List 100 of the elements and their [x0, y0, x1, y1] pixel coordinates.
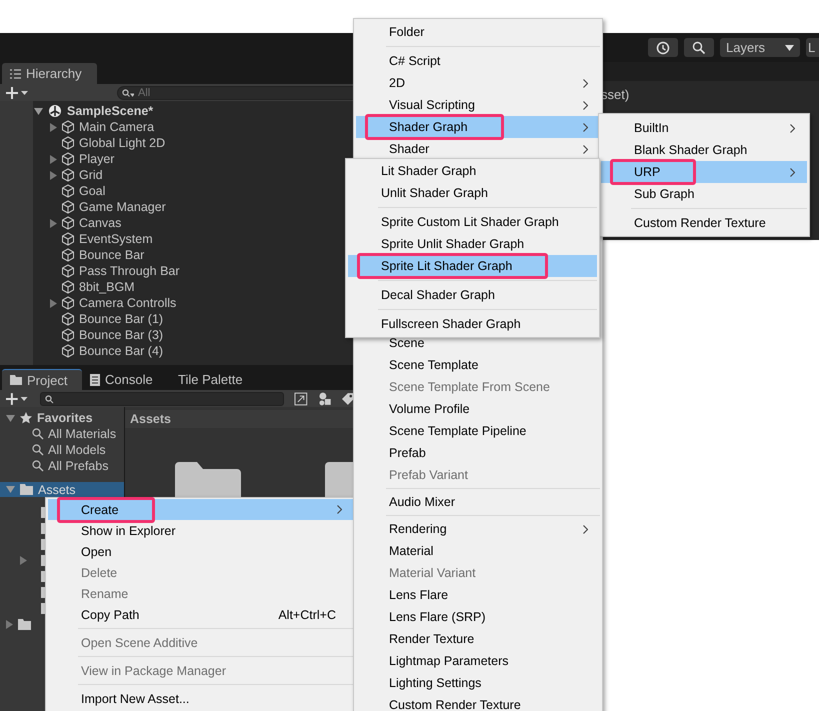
expand-arrow-icon[interactable] [20, 556, 27, 564]
hierarchy-item[interactable]: Bounce Bar [79, 248, 144, 262]
menu-item[interactable]: Folder [356, 21, 600, 43]
shapes-icon[interactable] [318, 392, 332, 406]
expand-arrow-icon[interactable] [34, 108, 43, 114]
hierarchy-item[interactable]: Bounce Bar (4) [79, 344, 164, 358]
expand-arrow-icon[interactable] [50, 154, 57, 164]
folder-icon [20, 484, 33, 495]
menu-item[interactable]: Unlit Shader Graph [348, 182, 597, 204]
favorite-item[interactable]: All Materials [48, 427, 116, 441]
expand-arrow-icon[interactable] [6, 486, 15, 493]
hierarchy-item[interactable]: Pass Through Bar [79, 264, 180, 278]
cube-icon [61, 296, 75, 310]
menu-item[interactable]: 2D [356, 72, 600, 94]
add-icon[interactable] [6, 86, 28, 98]
history-icon [656, 40, 670, 54]
hierarchy-item[interactable]: Bounce Bar (3) [79, 328, 164, 342]
cube-icon [61, 344, 75, 358]
search-button[interactable] [684, 38, 714, 57]
panel-tab[interactable]: Tile Palette [170, 369, 257, 390]
hierarchy-item[interactable]: Player [79, 152, 114, 166]
breadcrumb-label: Assets [125, 410, 355, 428]
hierarchy-tab[interactable]: Hierarchy [2, 63, 97, 84]
expand-arrow-icon[interactable] [50, 122, 57, 132]
layers-dropdown[interactable]: Layers [720, 38, 800, 57]
menu-item[interactable]: Scene Template [356, 354, 600, 376]
search-icon [122, 88, 134, 98]
menu-item[interactable]: Volume Profile [356, 398, 600, 420]
favorite-item[interactable]: All Models [48, 443, 106, 457]
menu-item[interactable]: URP [601, 161, 807, 183]
cube-icon [61, 248, 75, 262]
menu-item[interactable]: Shader [356, 138, 600, 160]
search-field[interactable] [40, 392, 284, 406]
hierarchy-item[interactable]: Game Manager [79, 200, 166, 214]
menu-item[interactable]: Fullscreen Shader Graph [348, 313, 597, 335]
menu-item[interactable]: Scene Template Pipeline [356, 420, 600, 442]
menu-item[interactable]: Show in Explorer [48, 520, 354, 541]
panel-tab[interactable]: Project [2, 369, 82, 390]
menu-item[interactable]: Decal Shader Graph [348, 284, 597, 306]
cube-icon [61, 184, 75, 198]
menu-item[interactable]: Copy Path Alt+Ctrl+C [48, 604, 354, 625]
expand-arrow-icon[interactable] [50, 170, 57, 180]
cube-icon [61, 168, 75, 182]
star-icon [20, 412, 32, 424]
expand-arrow-icon[interactable] [6, 414, 15, 422]
hierarchy-item[interactable]: Grid [79, 168, 103, 182]
list-icon [10, 68, 21, 78]
hierarchy-item[interactable]: Camera Controlls [79, 296, 176, 310]
menu-item[interactable]: Lens Flare [356, 584, 600, 606]
menu-item[interactable]: Import New Asset... [48, 688, 354, 709]
menu-item[interactable]: Sprite Unlit Shader Graph [348, 233, 597, 255]
scene-name[interactable]: SampleScene* [67, 104, 154, 118]
hierarchy-item[interactable]: Bounce Bar (1) [79, 312, 164, 326]
assets-folder-row[interactable]: Assets [0, 482, 124, 497]
layout-dropdown[interactable]: L [806, 38, 819, 57]
hierarchy-item[interactable]: Main Camera [79, 120, 154, 134]
menu-item[interactable]: Sprite Custom Lit Shader Graph [348, 211, 597, 233]
hierarchy-item[interactable]: Goal [79, 184, 106, 198]
menu-item[interactable]: Shader Graph [356, 116, 600, 138]
hierarchy-item[interactable]: Global Light 2D [79, 136, 166, 150]
shortcut-text: Alt+Ctrl+C [278, 608, 337, 622]
menu-item[interactable]: Custom Render Texture [601, 212, 807, 234]
cube-icon [61, 120, 75, 134]
menu-item[interactable]: Render Texture [356, 628, 600, 650]
menu-item[interactable]: Sprite Lit Shader Graph [348, 255, 597, 277]
hierarchy-item[interactable]: 8bit_BGM [79, 280, 135, 294]
menu-item[interactable]: Create [48, 499, 354, 520]
hierarchy-item[interactable]: Canvas [79, 216, 122, 230]
menu-item[interactable]: Material [356, 540, 600, 562]
menu-item[interactable]: Lighting Settings [356, 672, 600, 694]
menu-item[interactable]: Open [48, 541, 354, 562]
window-icon[interactable] [294, 392, 308, 406]
add-icon[interactable] [6, 392, 28, 404]
panel-tab[interactable]: Console [82, 369, 170, 390]
favorites-label: Favorites [37, 411, 93, 425]
menu-item[interactable]: Lens Flare (SRP) [356, 606, 600, 628]
search-field[interactable]: All [117, 86, 355, 100]
menu-item[interactable]: Visual Scripting [356, 94, 600, 116]
cube-icon [61, 200, 75, 214]
expand-arrow-icon[interactable] [50, 218, 57, 228]
menu-item[interactable]: BuiltIn [601, 117, 807, 139]
tag-icon[interactable] [341, 392, 355, 406]
menu-item[interactable]: Blank Shader Graph [601, 139, 807, 161]
history-button[interactable] [648, 38, 678, 57]
menu-item[interactable]: Rendering [356, 518, 600, 540]
search-icon [32, 444, 44, 456]
cube-icon [61, 328, 75, 342]
search-icon [44, 394, 54, 404]
favorite-item[interactable]: All Prefabs [48, 459, 108, 473]
expand-arrow-icon[interactable] [50, 298, 57, 308]
menu-item[interactable]: Sub Graph [601, 183, 807, 205]
menu-item[interactable]: C# Script [356, 50, 600, 72]
menu-item[interactable]: Prefab [356, 442, 600, 464]
menu-item[interactable]: Lightmap Parameters [356, 650, 600, 672]
cube-icon [61, 232, 75, 246]
expand-arrow-icon[interactable] [6, 620, 13, 628]
menu-item[interactable]: Lit Shader Graph [348, 160, 597, 182]
hierarchy-item[interactable]: EventSystem [79, 232, 153, 246]
menu-item[interactable]: Custom Render Texture [356, 694, 600, 711]
menu-item[interactable]: Audio Mixer [356, 491, 600, 513]
